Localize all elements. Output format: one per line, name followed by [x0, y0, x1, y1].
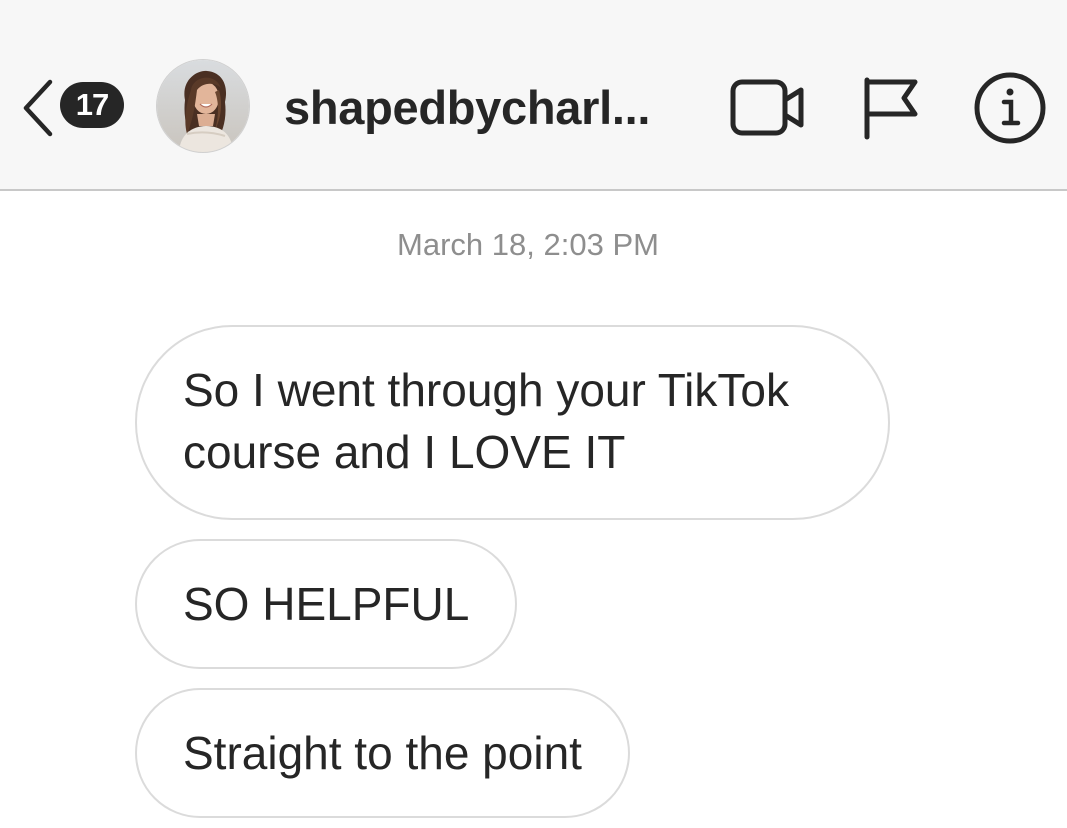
unread-count-badge: 17: [60, 82, 124, 128]
avatar[interactable]: [156, 59, 250, 153]
info-icon[interactable]: [972, 70, 1048, 146]
thread-header: 17 shapedbycharl...: [0, 0, 1067, 191]
dm-thread-screen: 17 shapedbycharl... March 18, 2:03 PM So…: [0, 0, 1067, 828]
flag-icon[interactable]: [862, 76, 920, 140]
back-button[interactable]: 17: [18, 78, 128, 138]
message-text: So I went through your TikTok course and…: [183, 364, 789, 478]
message-text: SO HELPFUL: [183, 578, 470, 630]
profile-photo: [157, 60, 249, 152]
message-bubble[interactable]: SO HELPFUL: [135, 539, 518, 669]
video-camera-icon[interactable]: [730, 78, 806, 138]
message-text: Straight to the point: [183, 727, 582, 779]
chevron-left-icon: [23, 79, 53, 137]
message-bubble[interactable]: So I went through your TikTok course and…: [135, 325, 890, 520]
message-bubble[interactable]: Straight to the point: [135, 688, 630, 818]
message-timestamp: March 18, 2:03 PM: [397, 227, 659, 262]
thread-username[interactable]: shapedbycharl...: [284, 80, 650, 136]
